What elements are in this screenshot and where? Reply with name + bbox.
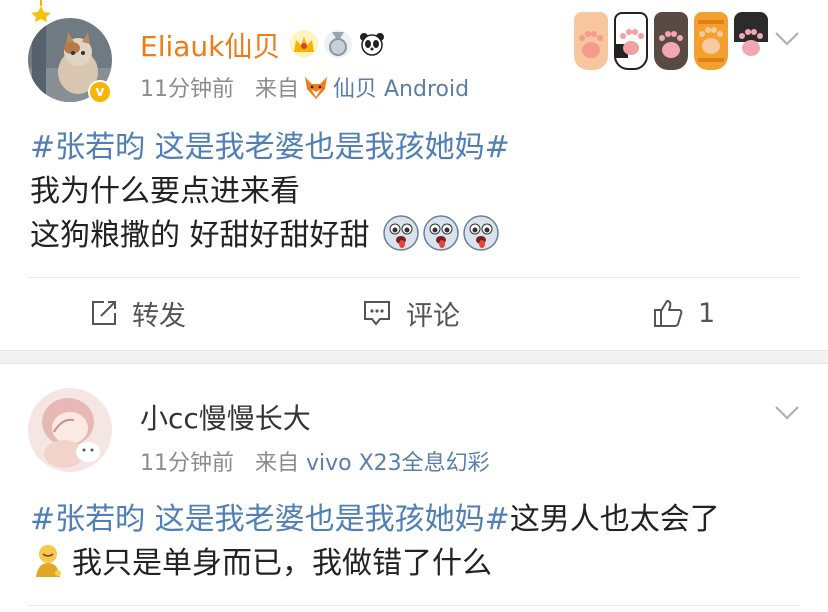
- post-content: #张若昀 这是我老婆也是我孩她妈#这男人也太会了 我只是单身而已，我做错了什么: [30, 498, 720, 586]
- hanging-star-decoration-icon: [31, 0, 51, 22]
- drool-emoji-icon: [423, 215, 459, 251]
- paw-icon: [734, 12, 768, 70]
- post-source[interactable]: 仙贝 Android: [333, 77, 469, 102]
- medal-badge-icon[interactable]: [324, 30, 352, 58]
- content-line: 我为什么要点进来看: [30, 174, 300, 209]
- hashtag-link[interactable]: #张若昀 这是我老婆也是我孩她妈#: [30, 502, 510, 537]
- post-content: #张若昀 这是我老婆也是我孩她妈# 我为什么要点进来看 这狗粮撒的 好甜好甜好甜: [30, 126, 510, 258]
- post-source[interactable]: vivo X23全息幻彩: [306, 451, 490, 476]
- comment-label: 评论: [406, 300, 460, 332]
- post-action-bar: 转发 评论 1: [28, 277, 800, 348]
- post-author-name[interactable]: Eliauk仙贝: [140, 30, 280, 64]
- user-badges: [290, 30, 386, 58]
- content-line: 这狗粮撒的 好甜好甜好甜: [30, 218, 370, 253]
- from-label: 来自: [254, 451, 299, 476]
- fox-icon: [305, 77, 327, 99]
- repost-icon: [92, 301, 116, 325]
- paw-icon: [574, 12, 608, 70]
- from-label: 来自: [254, 77, 299, 102]
- paw-icon: [694, 12, 728, 70]
- post-author-name[interactable]: 小cc慢慢长大: [140, 402, 311, 436]
- comment-button[interactable]: 评论: [362, 278, 460, 348]
- comment-icon: [364, 301, 390, 326]
- weibo-post-1: v Eliauk仙贝 11分钟前 来自 仙贝 Android #张若昀 这是我老…: [0, 0, 828, 350]
- thumbs-up-icon: [654, 300, 683, 327]
- paw-icon: [654, 12, 688, 70]
- hashtag-link[interactable]: #张若昀 这是我老婆也是我孩她妈#: [30, 130, 510, 165]
- paw-icon: [614, 12, 648, 70]
- crown-badge-icon[interactable]: [290, 30, 318, 58]
- content-line: 这男人也太会了: [509, 502, 720, 537]
- verified-badge-icon: v: [88, 80, 112, 104]
- repost-label: 转发: [132, 300, 186, 332]
- post-meta: 11分钟前 来自 vivo X23全息幻彩: [140, 450, 490, 478]
- drool-emoji-icon: [463, 215, 499, 251]
- user-avatar[interactable]: [28, 388, 112, 472]
- feed-separator: [0, 350, 828, 364]
- paw-card-decoration: [574, 12, 768, 70]
- content-line: 我只是单身而已，我做错了什么: [72, 546, 492, 581]
- like-button[interactable]: 1: [652, 278, 715, 348]
- post-time: 11分钟前: [140, 451, 234, 476]
- post-meta: 11分钟前 来自 仙贝 Android: [140, 76, 469, 104]
- post-time: 11分钟前: [140, 77, 234, 102]
- drool-emoji-icon: [383, 215, 419, 251]
- chevron-down-icon[interactable]: [774, 404, 800, 422]
- like-count: 1: [698, 297, 716, 329]
- sitting-figure-emoji-icon: [36, 545, 61, 577]
- panda-badge-icon[interactable]: [358, 30, 386, 58]
- chevron-down-icon[interactable]: [774, 30, 800, 48]
- repost-button[interactable]: 转发: [90, 278, 186, 348]
- divider: [28, 605, 800, 606]
